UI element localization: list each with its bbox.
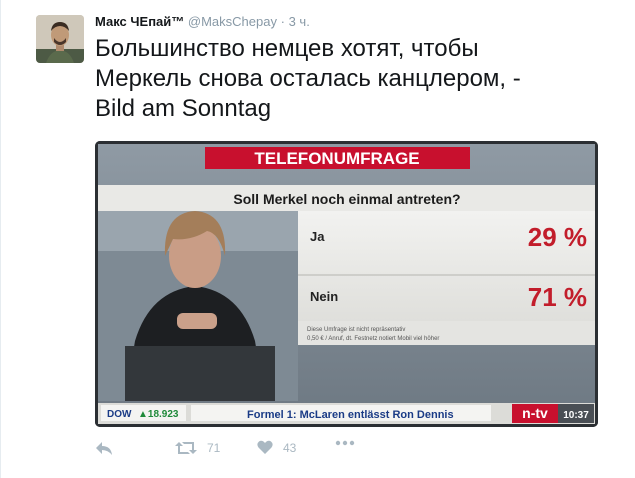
poll-question: Soll Merkel noch einmal antreten? [233,191,460,207]
header-separator: · [280,14,285,29]
tweet-text-line: Большинство немцев хотят, чтобы [95,35,479,62]
retweet-icon [175,442,197,454]
tweet-text-line: Bild am Sonntag [95,95,272,122]
avatar-image [36,15,84,63]
ticker-value: ▲18.923 [138,409,179,420]
timestamp[interactable]: 3 ч. [289,14,310,29]
option-label-nein: Nein [310,289,338,304]
like-button[interactable]: 43 [257,440,296,455]
reply-icon [96,442,112,455]
footnote-line: Diese Umfrage ist nicht repräsentativ [307,327,405,333]
display-name[interactable]: Макс ЧЕпай™ [95,14,184,29]
more-icon [335,440,355,446]
avatar[interactable] [36,15,84,63]
reply-button[interactable] [95,440,113,456]
tweet-media[interactable]: TELEFONUMFRAGE Soll Merkel noch einmal a… [95,141,598,427]
timeline-border [0,0,1,478]
tweet-text-line: Меркель снова осталась канцлером, - [95,65,521,92]
tweet-text: Большинство немцев хотят, чтобы Меркель … [95,34,615,124]
ticker-index: DOW [107,409,132,420]
like-count: 43 [283,440,297,455]
tweet-card[interactable]: Макс ЧЕпай™ @MaksChepay · 3 ч. Большинст… [0,0,635,478]
channel-logo-text: n-tv [522,405,548,421]
ticker-news: Formel 1: McLaren entlässt Ron Dennis [247,409,454,421]
tweet-actions: 71 43 [95,440,395,460]
more-button[interactable] [335,440,355,446]
option-value-nein: 71 % [528,282,587,312]
retweet-count: 71 [207,441,221,455]
tweet-header: Макс ЧЕпай™ @MaksChepay · 3 ч. [95,14,310,29]
footnote-line: 0,50 € / Anruf, dt. Festnetz notiert Mob… [307,336,439,342]
clock: 10:37 [563,410,589,421]
option-value-ja: 29 % [528,222,587,252]
tv-screenshot: TELEFONUMFRAGE Soll Merkel noch einmal a… [95,141,598,427]
user-handle[interactable]: @MaksChepay [188,14,277,29]
option-label-ja: Ja [310,229,325,244]
retweet-button[interactable]: 71 [175,440,220,456]
poll-banner-text: TELEFONUMFRAGE [254,149,419,168]
heart-icon [257,440,273,454]
